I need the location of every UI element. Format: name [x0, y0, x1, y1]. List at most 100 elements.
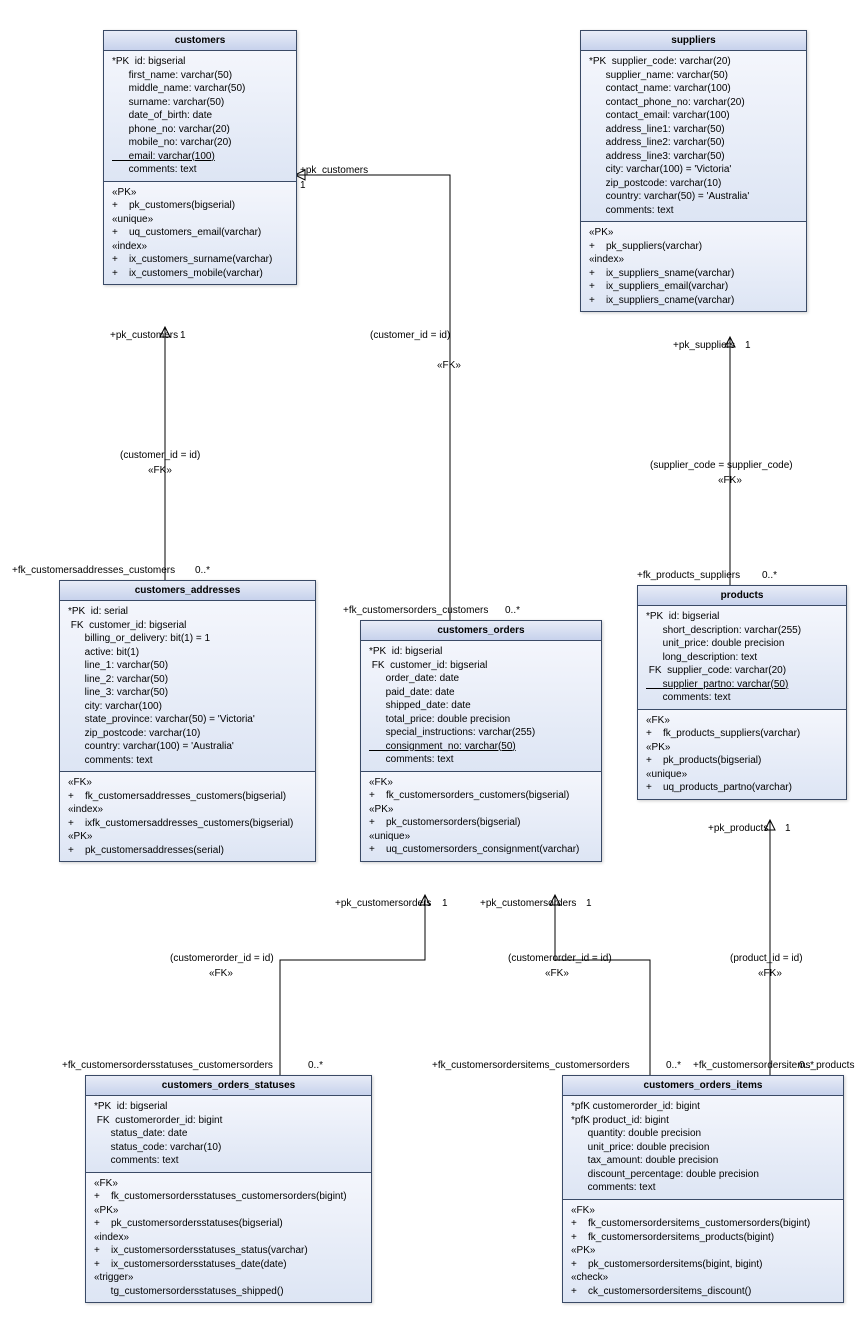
- c: «trigger»: [94, 1271, 363, 1285]
- col: discount_percentage: double precision: [571, 1168, 835, 1182]
- c: «PK»: [571, 1244, 835, 1258]
- entity-customers-orders-statuses: customers_orders_statuses *PK id: bigser…: [85, 1075, 372, 1303]
- col: comments: text: [94, 1154, 363, 1168]
- rel-fk: «FK»: [545, 968, 569, 979]
- col: supplier_name: varchar(50): [589, 69, 798, 83]
- col: *PK supplier_code: varchar(20): [589, 55, 798, 69]
- c: + uq_customers_email(varchar): [112, 226, 288, 240]
- c: + ix_customersordersstatuses_date(date): [94, 1258, 363, 1272]
- rel-join: (customer_id = id): [370, 330, 450, 341]
- c: + pk_products(bigserial): [646, 754, 838, 768]
- col: comments: text: [369, 753, 593, 767]
- col: address_line1: varchar(50): [589, 123, 798, 137]
- col: consignment_no: varchar(50): [369, 740, 593, 754]
- rel-label: +pk_customersorders: [480, 898, 576, 909]
- c: + fk_customersorders_customers(bigserial…: [369, 789, 593, 803]
- c: «FK»: [94, 1177, 363, 1191]
- rel-fk: «FK»: [209, 968, 233, 979]
- c: + fk_products_suppliers(varchar): [646, 727, 838, 741]
- col: comments: text: [589, 204, 798, 218]
- col: comments: text: [112, 163, 288, 177]
- col: FK supplier_code: varchar(20): [646, 664, 838, 678]
- col: line_1: varchar(50): [68, 659, 307, 673]
- entity-title: suppliers: [581, 31, 806, 51]
- col: tax_amount: double precision: [571, 1154, 835, 1168]
- c: «PK»: [68, 830, 307, 844]
- entity-title: customers_orders_statuses: [86, 1076, 371, 1096]
- c: + ix_suppliers_sname(varchar): [589, 267, 798, 281]
- rel-label: +fk_customersordersstatuses_customersord…: [62, 1060, 273, 1071]
- col: special_instructions: varchar(255): [369, 726, 593, 740]
- col: email: varchar(100): [112, 150, 288, 164]
- rel-label: +fk_products_suppliers: [637, 570, 740, 581]
- rel-label: +pk_products: [708, 823, 768, 834]
- c: «PK»: [646, 741, 838, 755]
- rel-mult: 1: [745, 340, 751, 351]
- c: + fk_customersordersstatuses_customersor…: [94, 1190, 363, 1204]
- c: + fk_customersaddresses_customers(bigser…: [68, 790, 307, 804]
- rel-mult: 0..*: [666, 1060, 681, 1071]
- col: order_date: date: [369, 672, 593, 686]
- col: active: bit(1): [68, 646, 307, 660]
- constraints-section: «PK» + pk_suppliers(varchar) «index» + i…: [581, 222, 806, 311]
- c: + ix_suppliers_email(varchar): [589, 280, 798, 294]
- c: «index»: [94, 1231, 363, 1245]
- col: address_line3: varchar(50): [589, 150, 798, 164]
- col: *PK id: serial: [68, 605, 307, 619]
- col: country: varchar(100) = 'Australia': [68, 740, 307, 754]
- c: «FK»: [68, 776, 307, 790]
- col: total_price: double precision: [369, 713, 593, 727]
- col: address_line2: varchar(50): [589, 136, 798, 150]
- col: billing_or_delivery: bit(1) = 1: [68, 632, 307, 646]
- col: city: varchar(100): [68, 700, 307, 714]
- c: «unique»: [646, 768, 838, 782]
- rel-join: (product_id = id): [730, 953, 803, 964]
- rel-join: (supplier_code = supplier_code): [650, 460, 793, 471]
- c: «PK»: [112, 186, 288, 200]
- entity-customers-orders: customers_orders *PK id: bigserial FK cu…: [360, 620, 602, 862]
- rel-label: +fk_customersordersitems_customersorders: [432, 1060, 630, 1071]
- col: status_date: date: [94, 1127, 363, 1141]
- col: mobile_no: varchar(20): [112, 136, 288, 150]
- c: + uq_customersorders_consignment(varchar…: [369, 843, 593, 857]
- entity-title: customers: [104, 31, 296, 51]
- rel-join: (customerorder_id = id): [508, 953, 612, 964]
- columns-section: *PK id: bigserial short_description: var…: [638, 606, 846, 710]
- col: city: varchar(100) = 'Victoria': [589, 163, 798, 177]
- c: + ixfk_customersaddresses_customers(bigs…: [68, 817, 307, 831]
- col: long_description: text: [646, 651, 838, 665]
- c: + fk_customersordersitems_products(bigin…: [571, 1231, 835, 1245]
- c: «unique»: [369, 830, 593, 844]
- col: *PK id: bigserial: [94, 1100, 363, 1114]
- col: unit_price: double precision: [646, 637, 838, 651]
- col: supplier_partno: varchar(50): [646, 678, 838, 692]
- c: «index»: [68, 803, 307, 817]
- col: *PK id: bigserial: [369, 645, 593, 659]
- col: FK customer_id: bigserial: [68, 619, 307, 633]
- c: «index»: [589, 253, 798, 267]
- col: contact_email: varchar(100): [589, 109, 798, 123]
- c: «PK»: [589, 226, 798, 240]
- col: date_of_birth: date: [112, 109, 288, 123]
- columns-section: *PK id: serial FK customer_id: bigserial…: [60, 601, 315, 772]
- col: *pfK customerorder_id: bigint: [571, 1100, 835, 1114]
- entity-suppliers: suppliers *PK supplier_code: varchar(20)…: [580, 30, 807, 312]
- col: line_3: varchar(50): [68, 686, 307, 700]
- rel-mult: 1: [785, 823, 791, 834]
- c: tg_customersordersstatuses_shipped(): [94, 1285, 363, 1299]
- rel-mult: 0..*: [799, 1060, 839, 1071]
- entity-title: customers_addresses: [60, 581, 315, 601]
- c: + ix_customers_surname(varchar): [112, 253, 288, 267]
- rel-label: +fk_customersaddresses_customers: [12, 565, 175, 576]
- entity-title: customers_orders_items: [563, 1076, 843, 1096]
- columns-section: *PK id: bigserial first_name: varchar(50…: [104, 51, 296, 182]
- col: first_name: varchar(50): [112, 69, 288, 83]
- constraints-section: «FK» + fk_customersordersstatuses_custom…: [86, 1173, 371, 1303]
- rel-label: +pk_customers: [110, 330, 178, 341]
- col: short_description: varchar(255): [646, 624, 838, 638]
- col: *pfK product_id: bigint: [571, 1114, 835, 1128]
- rel-mult: 0..*: [308, 1060, 323, 1071]
- constraints-section: «FK» + fk_customersordersitems_customers…: [563, 1200, 843, 1303]
- entity-customers-addresses: customers_addresses *PK id: serial FK cu…: [59, 580, 316, 862]
- col: paid_date: date: [369, 686, 593, 700]
